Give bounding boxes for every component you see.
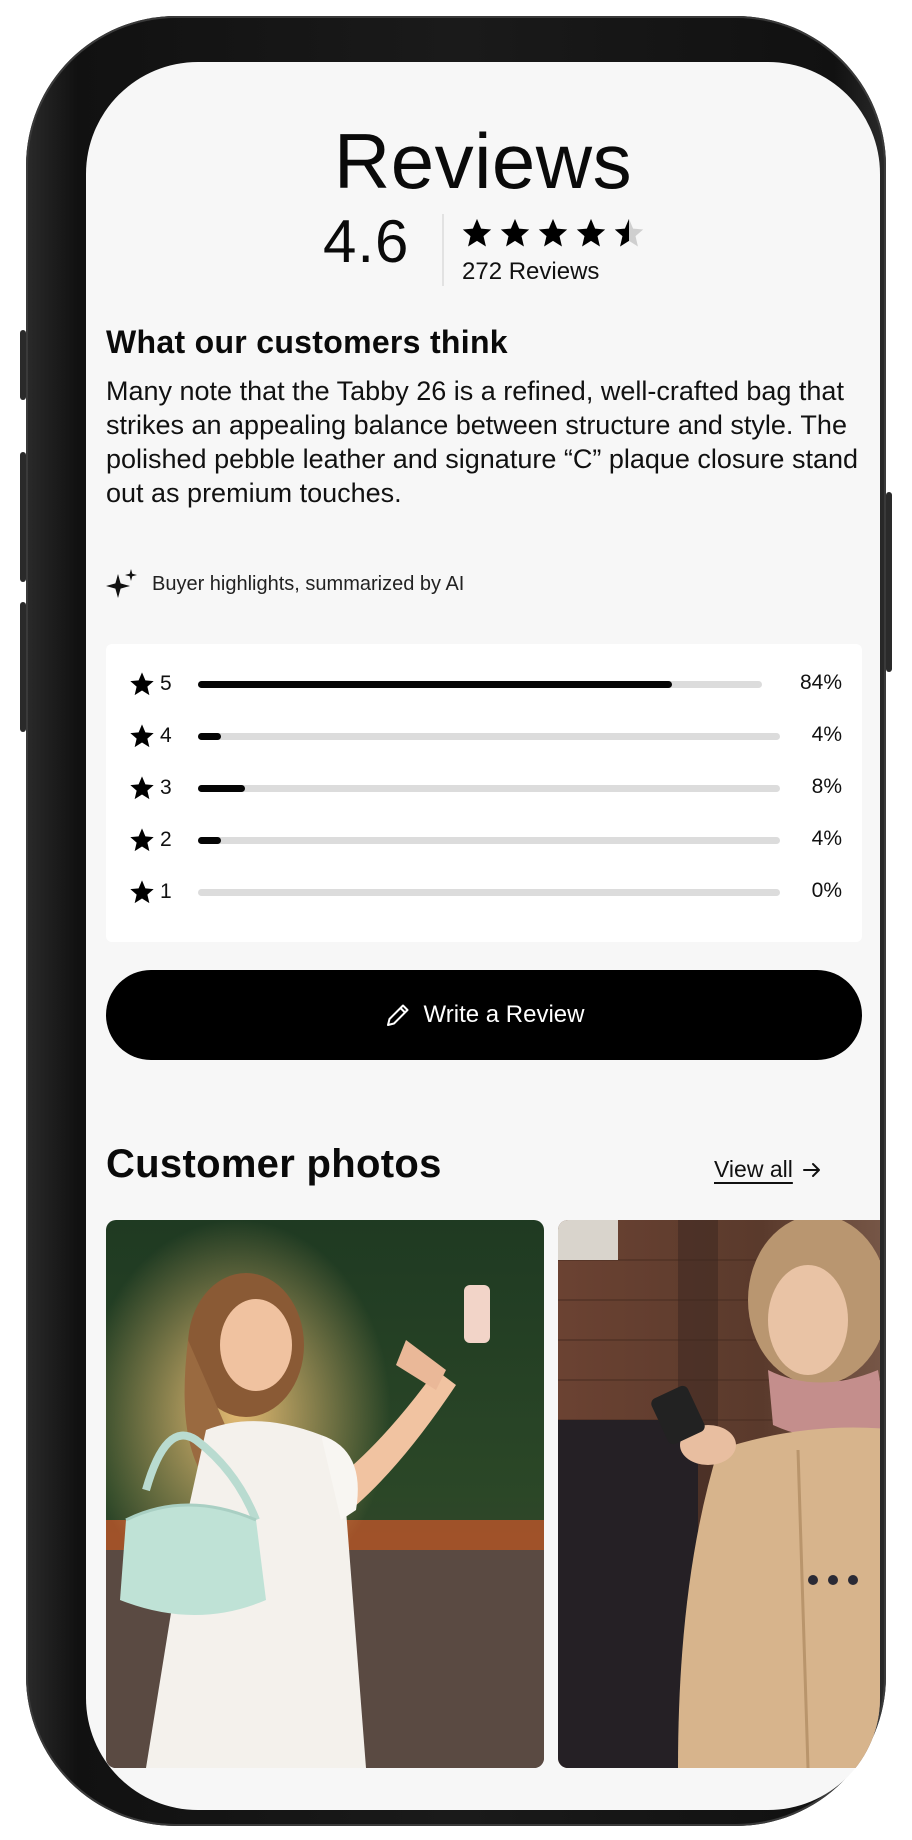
customer-photo-2[interactable] — [558, 1220, 880, 1768]
rating-divider — [442, 214, 444, 286]
rating-row-3: 3 8% — [128, 773, 842, 803]
rating-row-5: 5 84% — [128, 669, 842, 699]
summary-heading: What our customers think — [106, 324, 508, 360]
ai-summary-note: Buyer highlights, summarized by AI — [106, 568, 464, 600]
rating-row-1: 1 0% — [128, 877, 842, 907]
star-half-icon — [614, 218, 644, 247]
star-full-icon — [576, 218, 606, 247]
customer-photos-heading: Customer photos — [106, 1142, 442, 1186]
average-rating: 4.6 — [323, 208, 410, 275]
star-icon — [130, 672, 154, 696]
rating-row-stars: 2 — [160, 828, 172, 851]
rating-bar-fill — [198, 785, 245, 792]
volume-down-button — [20, 602, 26, 732]
rating-row-stars: 5 — [160, 672, 172, 695]
rating-bar-track — [198, 889, 780, 896]
customer-photo-phone-image — [558, 1220, 880, 1768]
rating-row-4: 4 4% — [128, 721, 842, 751]
sparkle-icon — [106, 569, 137, 598]
write-review-button[interactable]: Write a Review — [106, 970, 862, 1060]
rating-bar-track — [198, 681, 762, 688]
rating-row-2: 2 4% — [128, 825, 842, 855]
view-all-link[interactable]: View all — [714, 1156, 823, 1183]
rating-bar-track — [198, 837, 780, 844]
action-button — [20, 330, 26, 400]
star-icon — [130, 828, 154, 852]
arrow-right-icon — [802, 1162, 820, 1177]
star-icon — [130, 880, 154, 904]
rating-stars — [460, 216, 646, 250]
star-full-icon — [500, 218, 530, 247]
rating-row-stars: 4 — [160, 724, 172, 747]
customer-photo-1[interactable] — [106, 1220, 544, 1768]
rating-row-percent: 4% — [811, 827, 842, 850]
phone-frame: Reviews 4.6 272 Reviews What our custome… — [20, 16, 892, 1826]
star-icon — [130, 776, 154, 800]
rating-row-percent: 8% — [811, 775, 842, 798]
rating-bar-fill — [198, 681, 672, 688]
rating-distribution-card: 5 84% 4 4% 3 8% 2 4% 1 0% — [106, 644, 862, 942]
rating-row-stars: 1 — [160, 880, 172, 903]
rating-bar-fill — [198, 733, 222, 740]
rating-row-percent: 0% — [811, 879, 842, 902]
pencil-icon — [386, 1004, 409, 1026]
page-title: Reviews — [333, 117, 633, 205]
write-review-label: Write a Review — [423, 1001, 585, 1028]
rating-row-percent: 4% — [811, 723, 842, 746]
customer-photo-selfie-image — [106, 1220, 544, 1768]
rating-row-stars: 3 — [160, 776, 172, 799]
star-full-icon — [538, 218, 568, 247]
rating-bar-track — [198, 733, 780, 740]
screen: Reviews 4.6 272 Reviews What our custome… — [86, 62, 880, 1810]
power-button — [886, 492, 892, 672]
review-count: 272 Reviews — [462, 258, 600, 285]
rating-bar-track — [198, 785, 780, 792]
volume-up-button — [20, 452, 26, 582]
rating-bar-fill — [198, 837, 222, 844]
summary-text: Many note that the Tabby 26 is a refined… — [106, 376, 858, 508]
star-full-icon — [462, 218, 492, 247]
ai-note-text: Buyer highlights, summarized by AI — [152, 572, 465, 595]
rating-row-percent: 84% — [799, 671, 842, 694]
star-icon — [130, 724, 154, 748]
view-all-label: View all — [714, 1156, 793, 1182]
